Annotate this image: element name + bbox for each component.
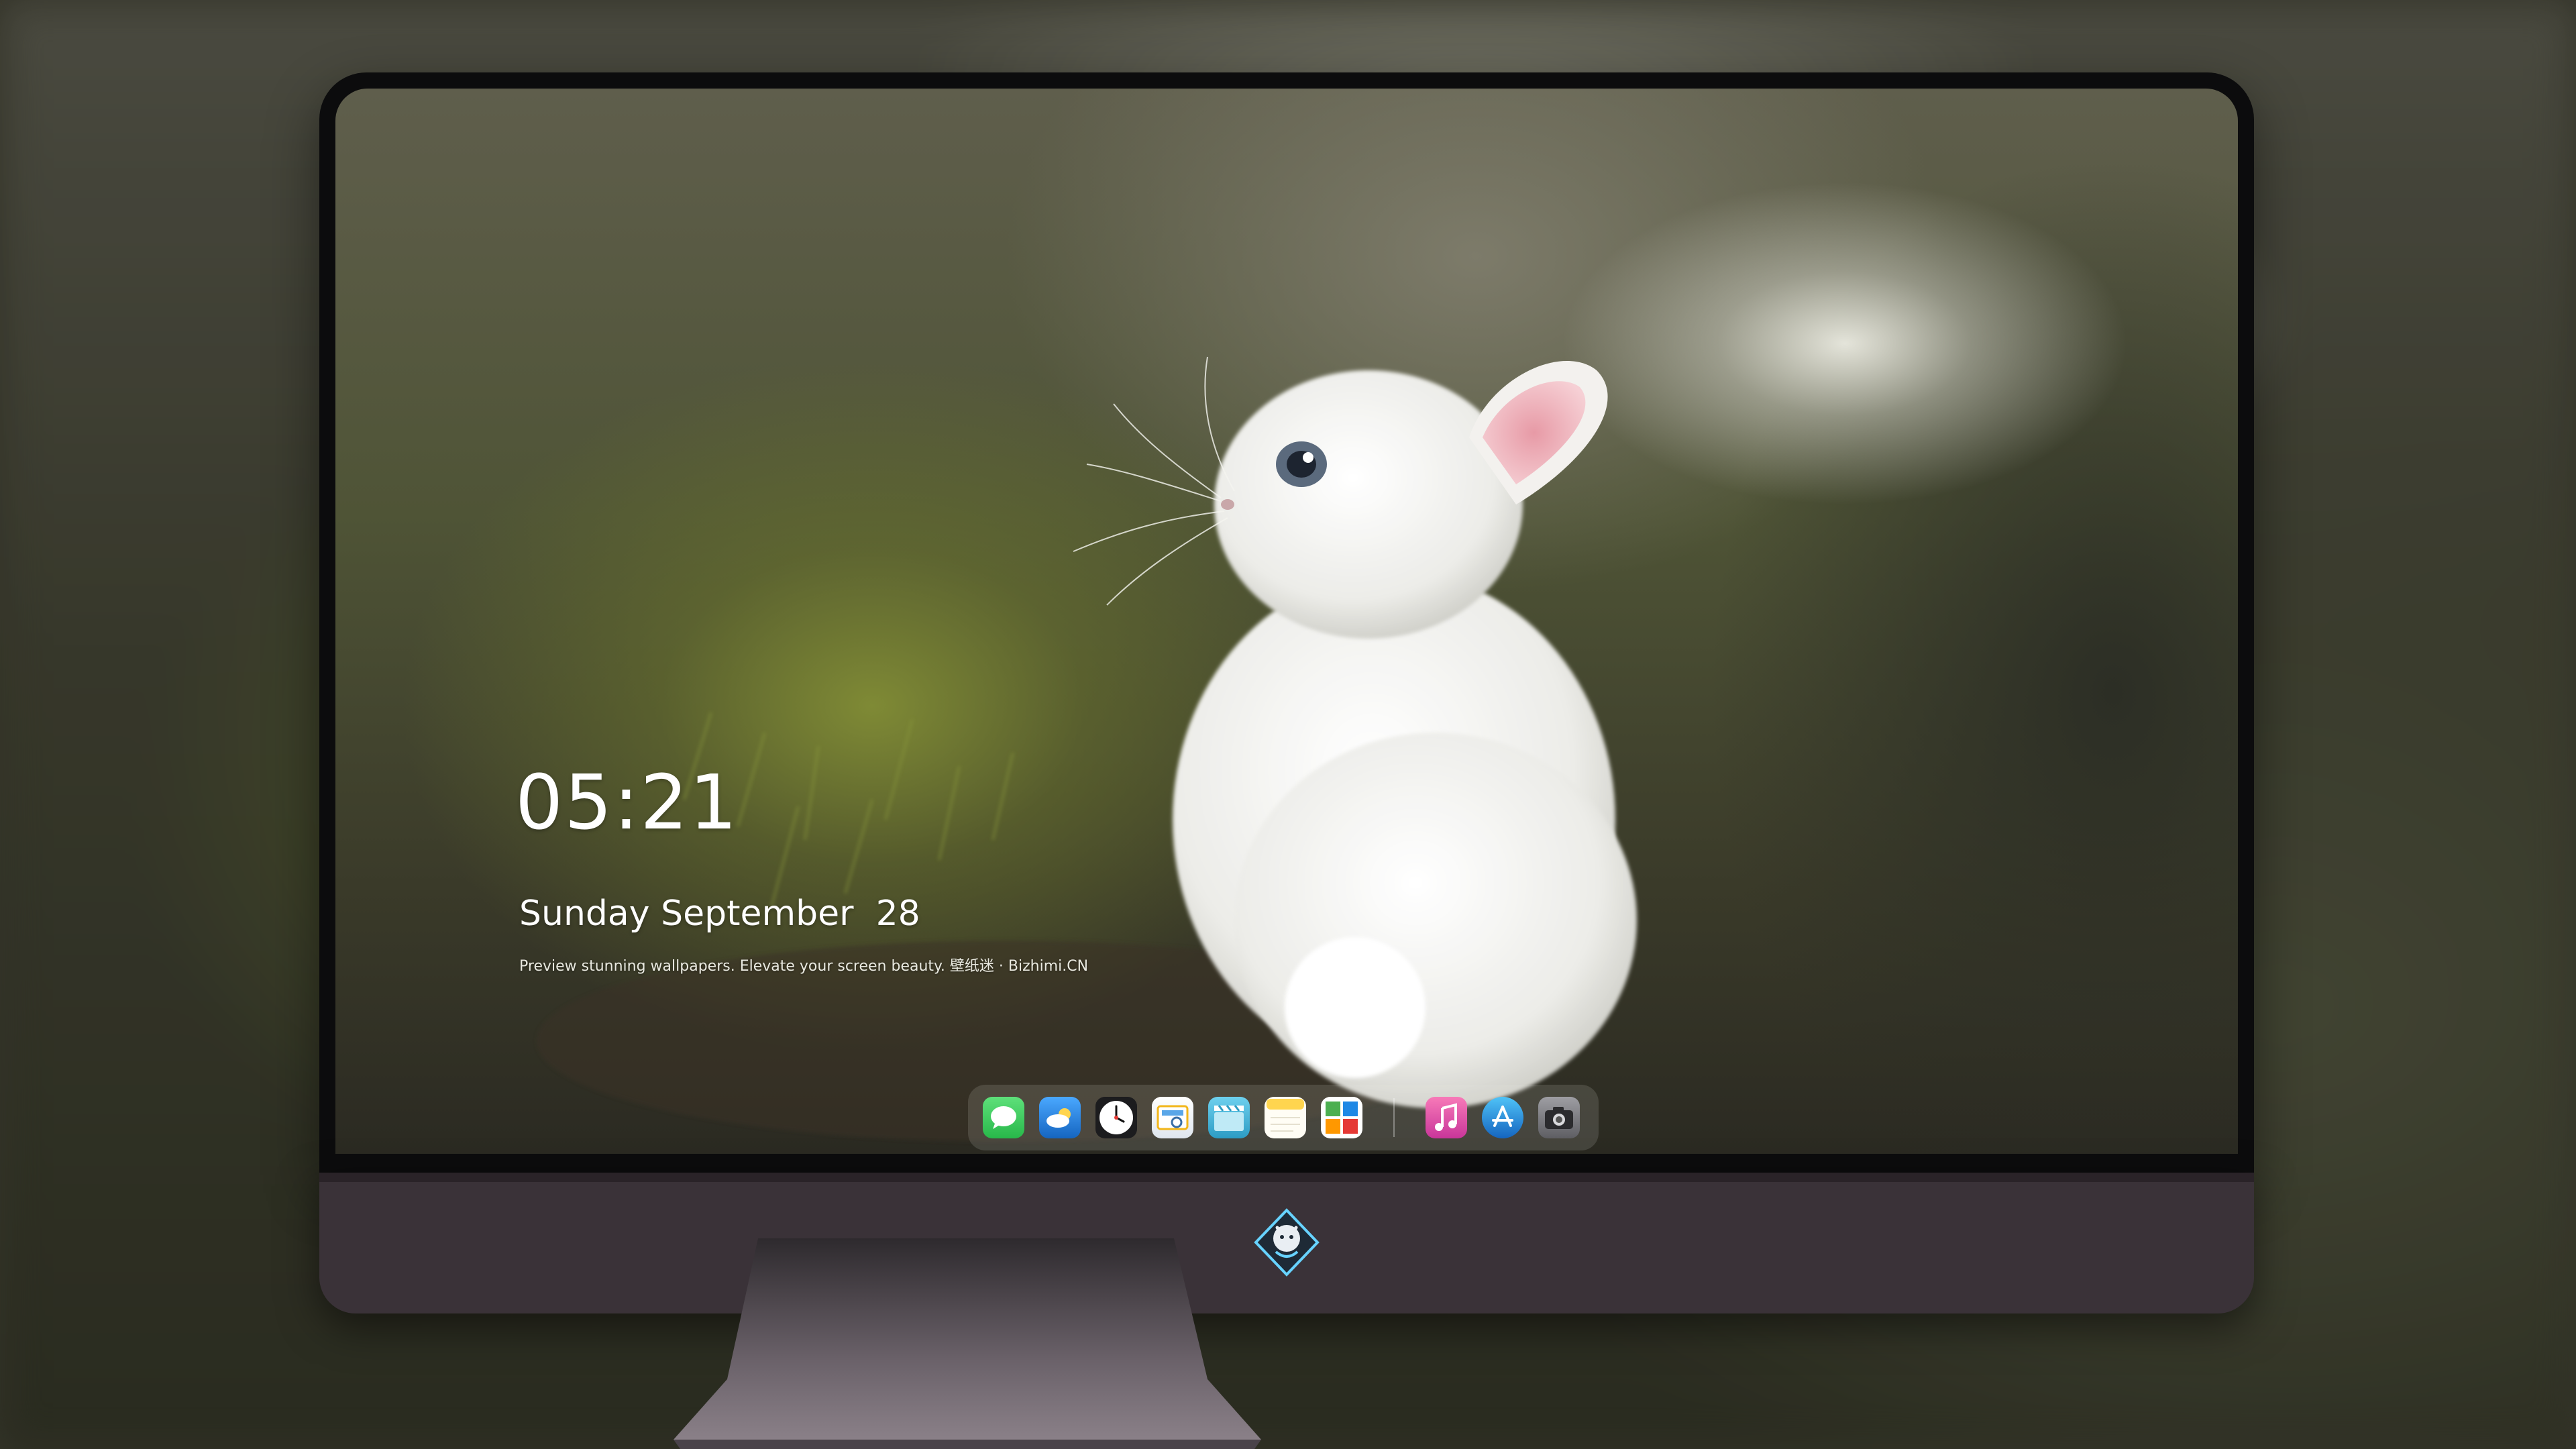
monitor-stand <box>674 1238 1261 1449</box>
imac-monitor: 05:21 Sunday September 28 Preview stunni… <box>319 72 2254 1313</box>
photo-icon[interactable] <box>1321 1097 1362 1138</box>
music-icon[interactable] <box>1426 1097 1467 1138</box>
monitor-chin <box>319 1173 2254 1313</box>
lock-screen[interactable]: 05:21 Sunday September 28 Preview stunni… <box>335 89 2238 1154</box>
lock-date: Sunday September 28 <box>519 894 920 934</box>
notes-icon[interactable] <box>1265 1097 1306 1138</box>
clapperboard-icon[interactable] <box>1208 1097 1250 1138</box>
dock-separator <box>1393 1098 1395 1137</box>
messages-icon[interactable] <box>983 1097 1024 1138</box>
chin-edge <box>319 1173 2254 1182</box>
dock <box>968 1085 1599 1150</box>
rabbit-wallpaper <box>537 356 1637 1142</box>
preview-icon[interactable] <box>1152 1097 1193 1138</box>
camera-icon[interactable] <box>1538 1097 1580 1138</box>
monitor-bezel: 05:21 Sunday September 28 Preview stunni… <box>319 72 2254 1173</box>
clock-icon[interactable] <box>1095 1097 1137 1138</box>
app-store-icon[interactable] <box>1482 1097 1523 1138</box>
lock-clock: 05:21 <box>515 759 739 847</box>
weather-icon[interactable] <box>1039 1097 1081 1138</box>
wallpaper-tagline: Preview stunning wallpapers. Elevate you… <box>519 958 1089 975</box>
